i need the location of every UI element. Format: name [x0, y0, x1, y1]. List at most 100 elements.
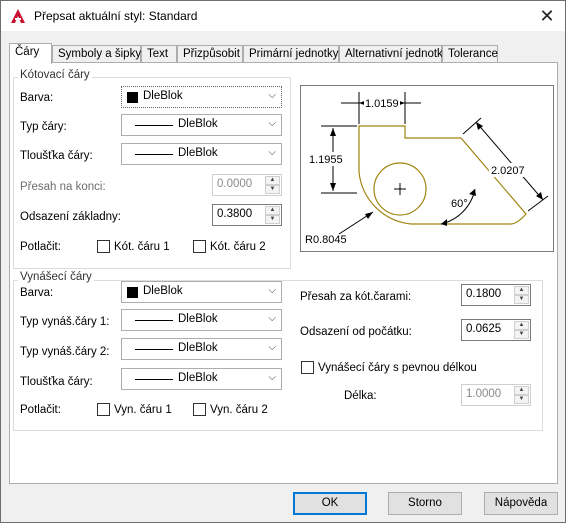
suppress-dim-line-2-label: Kót. čáru 2	[210, 241, 266, 253]
suppress-ext-line-1-label: Vyn. čáru 1	[114, 404, 172, 416]
preview-angle: 60°	[451, 198, 468, 210]
title-bar: Přepsat aktuální styl: Standard ✕	[1, 1, 565, 31]
ext-extend-spinner[interactable]: 0.1800 ▲ ▼	[461, 284, 531, 306]
dim-color-select[interactable]: DleBlok ⌵	[121, 86, 282, 108]
dim-extend-label: Přesah na konci:	[20, 181, 106, 193]
ext-extend-value: 0.1800	[466, 288, 502, 300]
tab-label: Text	[147, 48, 169, 60]
suppress-dim-line-2-checkbox[interactable]	[193, 240, 206, 253]
dim-extend-value: 0.0000	[217, 178, 253, 190]
close-button[interactable]: ✕	[533, 3, 561, 29]
dim-baseline-label: Odsazení základny:	[20, 211, 122, 223]
dimension-preview: 1.0159 1.1955 2.0207 60° R0.8045	[300, 85, 554, 252]
spin-up-icon[interactable]: ▲	[514, 286, 529, 295]
spin-down-icon[interactable]: ▼	[514, 295, 529, 304]
ext-linetype2-value: DleBlok	[178, 342, 218, 354]
spin-down-icon[interactable]: ▼	[265, 185, 280, 194]
ext-extend-label: Přesah za kót.čarami:	[300, 291, 412, 303]
ok-button[interactable]: OK	[293, 492, 367, 515]
dim-baseline-spinner[interactable]: 0.3800 ▲ ▼	[212, 204, 282, 226]
ext-color-select[interactable]: DleBlok ⌵	[121, 281, 282, 303]
suppress-dim-line-1-label: Kót. čáru 1	[114, 241, 170, 253]
spin-up-icon[interactable]: ▲	[265, 206, 280, 215]
tab-panel-lines: Kótovací čáry Barva: DleBlok ⌵ Typ čáry:…	[9, 62, 558, 484]
tab-lines[interactable]: Čáry	[9, 43, 52, 64]
dim-baseline-value: 0.3800	[217, 208, 253, 220]
ext-length-spinner[interactable]: 1.0000 ▲ ▼	[461, 384, 531, 406]
line-sample	[135, 154, 173, 155]
window-title: Přepsat aktuální styl: Standard	[34, 9, 198, 23]
dialog: Přepsat aktuální styl: Standard ✕ Čáry S…	[0, 0, 566, 523]
preview-radius: R0.8045	[305, 234, 347, 246]
dim-suppress-label: Potlačit:	[20, 241, 61, 253]
ext-lineweight-label: Tloušťka čáry:	[20, 376, 93, 388]
tab-tolerances[interactable]: Tolerance	[442, 45, 498, 63]
spin-up-icon[interactable]: ▲	[514, 321, 529, 330]
dim-lineweight-value: DleBlok	[178, 147, 218, 159]
dim-linetype-label: Typ čáry:	[20, 121, 67, 133]
ext-length-value: 1.0000	[466, 388, 502, 400]
suppress-ext-line-2-label: Vyn. čáru 2	[210, 404, 268, 416]
ext-linetype1-value: DleBlok	[178, 313, 218, 325]
spin-up-icon[interactable]: ▲	[265, 176, 280, 185]
tab-label: Čáry	[15, 46, 40, 58]
line-sample	[135, 379, 173, 380]
chevron-down-icon: ⌵	[268, 372, 276, 383]
color-swatch	[127, 92, 138, 103]
dim-color-value: DleBlok	[143, 90, 183, 102]
chevron-down-icon: ⌵	[268, 313, 276, 324]
line-sample	[135, 349, 173, 350]
dim-color-label: Barva:	[20, 92, 54, 104]
preview-dim-top: 1.0159	[365, 98, 399, 110]
ext-color-label: Barva:	[20, 287, 54, 299]
ext-lines-group-title: Vynášecí čáry	[18, 271, 94, 283]
spin-down-icon[interactable]: ▼	[514, 330, 529, 339]
line-sample	[135, 320, 173, 321]
tab-fit[interactable]: Přizpůsobit	[177, 45, 243, 63]
ext-linetype1-select[interactable]: DleBlok ⌵	[121, 309, 282, 331]
suppress-dim-line-1-checkbox[interactable]	[97, 240, 110, 253]
suppress-ext-line-2-checkbox[interactable]	[193, 403, 206, 416]
fixed-length-checkbox[interactable]	[301, 361, 314, 374]
spin-down-icon[interactable]: ▼	[265, 215, 280, 224]
ext-color-value: DleBlok	[143, 285, 183, 297]
line-sample	[135, 125, 173, 126]
chevron-down-icon: ⌵	[268, 147, 276, 158]
help-button[interactable]: Nápověda	[484, 492, 558, 515]
tab-label: Primární jednotky	[249, 48, 339, 60]
tab-primary-units[interactable]: Primární jednotky	[243, 45, 339, 63]
suppress-ext-line-1-checkbox[interactable]	[97, 403, 110, 416]
cancel-button[interactable]: Storno	[388, 492, 462, 515]
tab-symbols-arrows[interactable]: Symboly a šipky	[52, 45, 141, 63]
tab-label: Tolerance	[448, 48, 498, 60]
preview-dim-left: 1.1955	[309, 154, 343, 166]
ext-linetype2-label: Typ vynáš.čáry 2:	[20, 346, 110, 358]
ext-offset-value: 0.0625	[466, 323, 502, 335]
spin-up-icon[interactable]: ▲	[514, 386, 529, 395]
dim-linetype-select[interactable]: DleBlok ⌵	[121, 114, 282, 136]
fixed-length-label: Vynášecí čáry s pevnou délkou	[318, 362, 477, 374]
close-icon: ✕	[539, 6, 555, 26]
spin-down-icon[interactable]: ▼	[514, 395, 529, 404]
color-swatch	[127, 287, 138, 298]
ext-linetype1-label: Typ vynáš.čáry 1:	[20, 316, 110, 328]
ext-length-label: Délka:	[344, 390, 377, 402]
preview-dim-right: 2.0207	[491, 165, 525, 177]
dim-lineweight-select[interactable]: DleBlok ⌵	[121, 143, 282, 165]
chevron-down-icon: ⌵	[268, 342, 276, 353]
tab-text[interactable]: Text	[141, 45, 177, 63]
dim-extend-spinner[interactable]: 0.0000 ▲ ▼	[212, 174, 282, 196]
dim-lines-group-title: Kótovací čáry	[18, 69, 92, 81]
chevron-down-icon: ⌵	[268, 118, 276, 129]
chevron-down-icon: ⌵	[268, 90, 276, 101]
dim-lineweight-label: Tloušťka čáry:	[20, 150, 93, 162]
tab-alternate-units[interactable]: Alternativní jednotky	[339, 45, 449, 63]
ext-offset-label: Odsazení od počátku:	[300, 326, 412, 338]
dim-linetype-value: DleBlok	[178, 118, 218, 130]
autocad-app-icon	[11, 9, 25, 23]
ext-lineweight-select[interactable]: DleBlok ⌵	[121, 368, 282, 390]
ext-linetype2-select[interactable]: DleBlok ⌵	[121, 338, 282, 360]
ext-suppress-label: Potlačit:	[20, 404, 61, 416]
ext-offset-spinner[interactable]: 0.0625 ▲ ▼	[461, 319, 531, 341]
preview-drawing: 1.0159 1.1955 2.0207 60° R0.8045	[305, 92, 549, 246]
